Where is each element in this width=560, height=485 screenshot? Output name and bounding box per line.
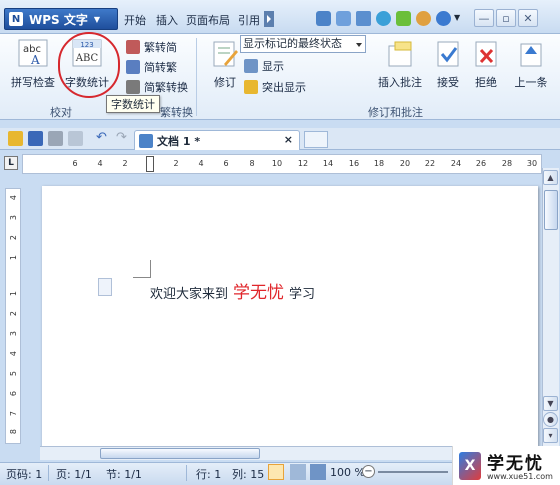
document-page[interactable]: [42, 186, 538, 448]
status-separator: [186, 465, 187, 481]
home-icon[interactable]: [356, 11, 371, 26]
horizontal-ruler[interactable]: 6 4 2 2 4 6 8 10 12 14 16 18 20 22 24 26…: [22, 154, 542, 174]
help-dropdown-icon[interactable]: ▼: [454, 13, 460, 22]
web-view-icon[interactable]: [310, 464, 326, 480]
convert-icon: [126, 80, 140, 94]
group-label-convert: 繁转换: [160, 106, 193, 119]
globe-icon[interactable]: [376, 11, 391, 26]
watermark-title: 学无忧: [487, 454, 544, 474]
restore-button[interactable]: ▫: [496, 9, 516, 27]
display-mode-select[interactable]: 显示标记的最终状态: [240, 35, 366, 53]
new-tab-button[interactable]: [304, 131, 328, 148]
horizontal-scroll-thumb[interactable]: [100, 448, 260, 459]
indent-marker[interactable]: [146, 156, 154, 172]
tab-stop-selector[interactable]: L: [4, 156, 18, 170]
show-button[interactable]: 显示: [244, 57, 284, 75]
svg-text:A: A: [30, 53, 40, 67]
prev-page-icon[interactable]: ●: [543, 412, 558, 427]
simp-to-trad-button[interactable]: 简转繁: [126, 58, 177, 76]
text-after: 学习: [289, 287, 316, 302]
page-view-icon[interactable]: [268, 464, 284, 480]
document-tab[interactable]: 文档 1 * ×: [134, 130, 300, 150]
vertical-ruler[interactable]: 4 3 2 1 1 2 3 4 5 6 7 8: [5, 188, 21, 444]
tab-references[interactable]: 引用: [238, 12, 260, 28]
window-icon[interactable]: [336, 11, 351, 26]
paragraph-icon: [98, 278, 112, 296]
zoom-level: 100 %: [330, 466, 365, 479]
wps-menu-button[interactable]: N WPS 文字 ▼: [4, 8, 118, 30]
watermark-logo-icon: X: [459, 452, 481, 480]
convert-icon: [126, 40, 140, 54]
help-icon[interactable]: [436, 11, 451, 26]
redo-icon[interactable]: ↷: [116, 130, 127, 145]
save-icon[interactable]: [28, 131, 43, 146]
leaf-icon[interactable]: [396, 11, 411, 26]
insert-comment-icon: [388, 41, 412, 67]
vertical-scrollbar[interactable]: ▲ ▼ ● ▾: [542, 168, 559, 446]
outline-view-icon[interactable]: [290, 464, 306, 480]
spell-check-icon: abc A: [18, 39, 48, 67]
previous-item-icon: [520, 43, 542, 67]
watermark: X 学无忧 www.xue51.com: [452, 446, 560, 485]
tab-page-layout[interactable]: 页面布局: [186, 12, 230, 28]
text-before: 欢迎大家来到: [150, 287, 229, 302]
margin-corner-mark: [133, 260, 151, 278]
status-column: 列: 15: [232, 468, 265, 481]
zoom-out-icon[interactable]: −: [362, 465, 375, 478]
document-icon: [139, 133, 153, 148]
vertical-scroll-thumb[interactable]: [544, 190, 558, 230]
reject-icon: [475, 41, 497, 67]
zoom-slider[interactable]: [378, 471, 448, 473]
watermark-url: www.xue51.com: [487, 472, 553, 481]
accept-icon: [437, 41, 459, 67]
convert-button[interactable]: 简繁转换: [126, 78, 188, 96]
status-page: 页: 1/1: [56, 468, 92, 481]
spell-check-button[interactable]: abc A 拼写检查: [8, 38, 58, 98]
convert-icon: [126, 60, 140, 74]
status-section: 节: 1/1: [106, 468, 142, 481]
highlight-circle: [58, 32, 120, 98]
accept-button[interactable]: 接受: [430, 40, 466, 100]
group-label-review: 修订和批注: [368, 106, 423, 119]
next-page-icon[interactable]: ▾: [543, 428, 558, 443]
ribbon-separator: [196, 38, 197, 116]
document-text[interactable]: 欢迎大家来到 学无忧 学习: [150, 278, 315, 303]
wps-menu-label: WPS 文字: [29, 12, 88, 27]
scroll-down-icon[interactable]: ▼: [543, 396, 558, 411]
close-tab-button[interactable]: ×: [284, 133, 293, 146]
reject-button[interactable]: 拒绝: [468, 40, 504, 100]
highlight-display-button[interactable]: 突出显示: [244, 78, 306, 96]
word-count-tooltip: 字数统计: [106, 95, 160, 113]
status-page-code: 页码: 1: [6, 468, 43, 481]
previous-item-button[interactable]: 上一条: [508, 40, 554, 100]
trad-to-simp-button[interactable]: 繁转简: [126, 38, 177, 56]
show-icon: [244, 59, 258, 73]
more-tabs-arrow-icon[interactable]: [264, 11, 274, 27]
minimize-button[interactable]: —: [474, 9, 494, 27]
group-label-proofing: 校对: [50, 106, 72, 119]
status-separator: [48, 465, 49, 481]
avatar-icon[interactable]: [416, 11, 431, 26]
preview-icon[interactable]: [68, 131, 83, 146]
dropdown-arrow-icon: ▼: [93, 14, 101, 24]
insert-comment-button[interactable]: 插入批注: [374, 40, 426, 100]
tab-home[interactable]: 开始: [124, 12, 146, 28]
brand-text: 学无忧: [233, 283, 285, 303]
print-preview-icon[interactable]: [316, 11, 331, 26]
revise-icon: [213, 41, 238, 67]
open-file-icon[interactable]: [8, 131, 23, 146]
tab-insert[interactable]: 插入: [156, 12, 178, 28]
undo-icon[interactable]: ↶: [96, 130, 107, 145]
highlight-icon: [244, 80, 258, 94]
scroll-up-icon[interactable]: ▲: [543, 170, 558, 185]
close-button[interactable]: ✕: [518, 9, 538, 27]
print-icon[interactable]: [48, 131, 63, 146]
status-row: 行: 1: [196, 468, 222, 481]
wps-logo-icon: N: [9, 12, 23, 26]
